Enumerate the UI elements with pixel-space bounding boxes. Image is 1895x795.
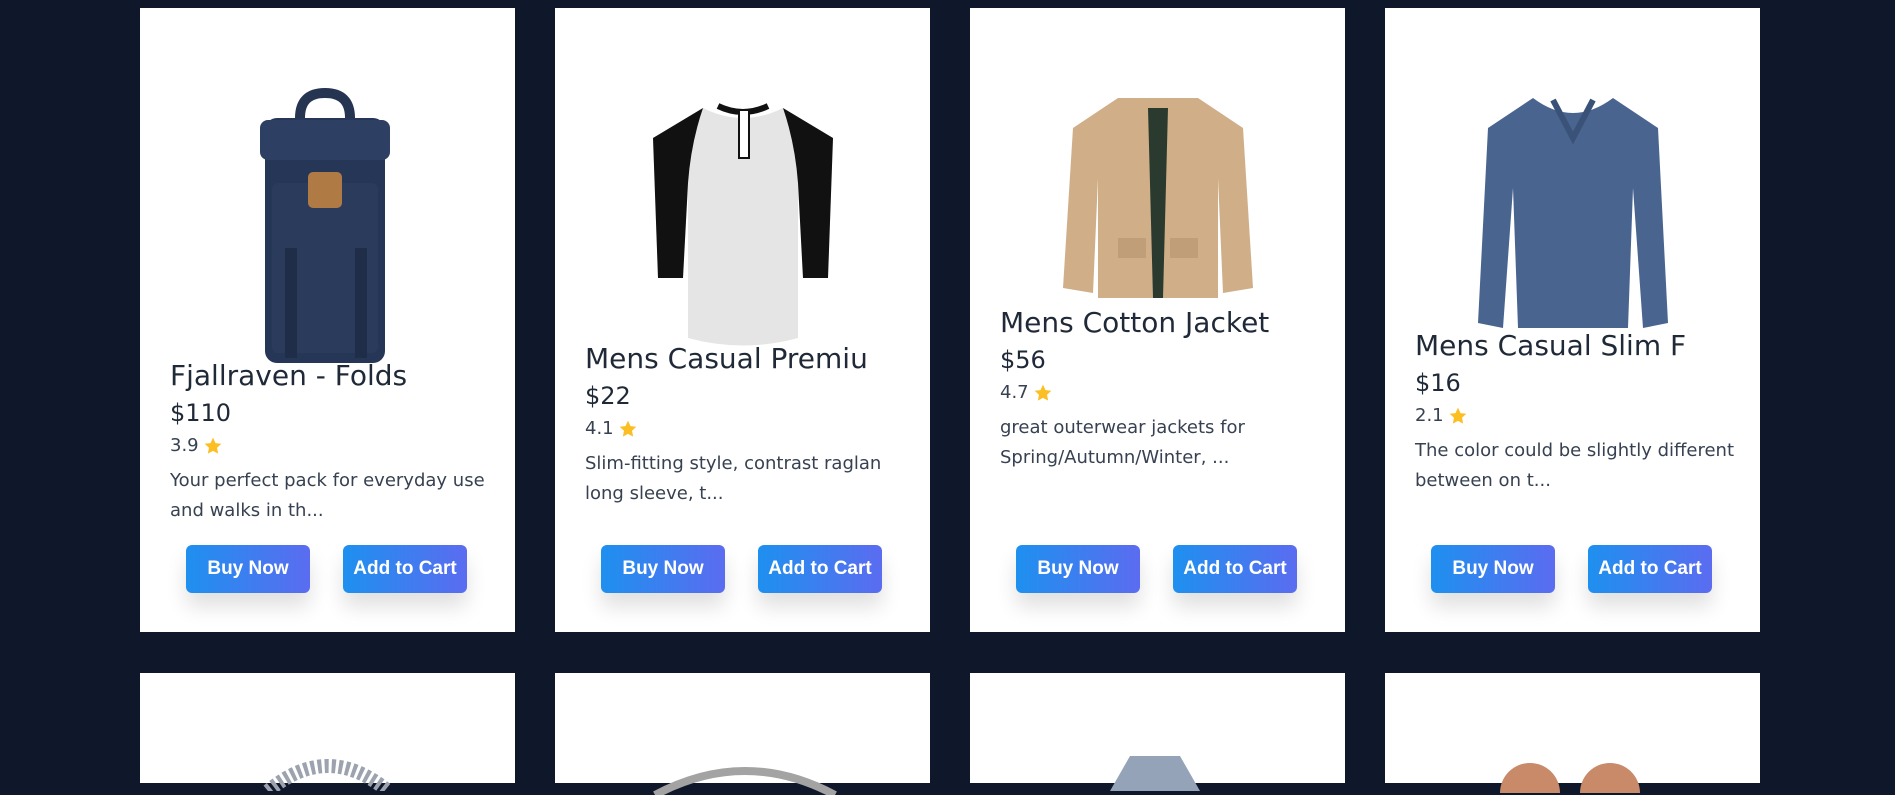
add-to-cart-button[interactable]: Add to Cart: [1173, 545, 1297, 593]
ring-image: [653, 767, 837, 795]
gemstone-ring-image: [1110, 756, 1200, 791]
product-price: $56: [1000, 346, 1046, 374]
product-card: Mens Casual Premiu $22 4.1 Slim-fitting …: [555, 8, 930, 632]
product-card: [555, 673, 930, 795]
product-description: Slim-fitting style, contrast raglan long…: [585, 453, 882, 504]
product-rating: 3.9: [170, 432, 495, 460]
product-title[interactable]: Mens Casual Premiu: [585, 341, 910, 377]
product-title[interactable]: Mens Casual Slim F: [1415, 328, 1740, 364]
product-rating: 2.1: [1415, 402, 1740, 430]
product-card: Mens Cotton Jacket $56 4.7 great outerwe…: [970, 8, 1345, 632]
product-price: $16: [1415, 369, 1461, 397]
slim-fit-shirt-image: [1478, 98, 1668, 328]
star-icon: [1449, 407, 1466, 424]
backpack-image: [260, 88, 390, 363]
product-rating: 4.1: [585, 415, 910, 443]
rating-value: 4.7: [1000, 382, 1029, 403]
star-icon: [204, 437, 221, 454]
product-card: [140, 673, 515, 791]
product-description: great outerwear jackets for Spring/Autum…: [1000, 417, 1245, 468]
buy-now-button[interactable]: Buy Now: [1016, 545, 1140, 593]
product-image: [555, 8, 930, 353]
rose-gold-earrings-image: [1500, 763, 1640, 793]
rating-value: 4.1: [585, 418, 614, 439]
add-to-cart-button[interactable]: Add to Cart: [758, 545, 882, 593]
product-card: [970, 673, 1345, 791]
product-description: Your perfect pack for everyday use and w…: [170, 470, 485, 521]
product-image: [970, 8, 1345, 353]
buy-now-button[interactable]: Buy Now: [1431, 545, 1555, 593]
product-title[interactable]: Mens Cotton Jacket: [1000, 305, 1325, 341]
product-price: $110: [170, 399, 232, 427]
product-title[interactable]: Fjallraven - Folds: [170, 358, 495, 394]
buy-now-button[interactable]: Buy Now: [186, 545, 310, 593]
product-card: Mens Casual Slim F $16 2.1 The color cou…: [1385, 8, 1760, 632]
star-icon: [1034, 384, 1051, 401]
product-card: Fjallraven - Folds $110 3.9 Your perfect…: [140, 8, 515, 632]
product-price: $22: [585, 382, 631, 410]
product-card: [1385, 673, 1760, 793]
product-image: [1385, 8, 1760, 353]
product-rating: 4.7: [1000, 379, 1325, 407]
buy-now-button[interactable]: Buy Now: [601, 545, 725, 593]
product-image: [140, 8, 515, 363]
cotton-jacket-image: [1063, 98, 1253, 298]
product-description: The color could be slightly different be…: [1415, 440, 1735, 491]
rating-value: 3.9: [170, 435, 199, 456]
add-to-cart-button[interactable]: Add to Cart: [1588, 545, 1712, 593]
raglan-tshirt-image: [653, 103, 833, 346]
rating-value: 2.1: [1415, 405, 1444, 426]
star-icon: [619, 420, 636, 437]
add-to-cart-button[interactable]: Add to Cart: [343, 545, 467, 593]
bracelet-image: [263, 759, 393, 791]
product-grid: Fjallraven - Folds $110 3.9 Your perfect…: [0, 0, 1895, 795]
